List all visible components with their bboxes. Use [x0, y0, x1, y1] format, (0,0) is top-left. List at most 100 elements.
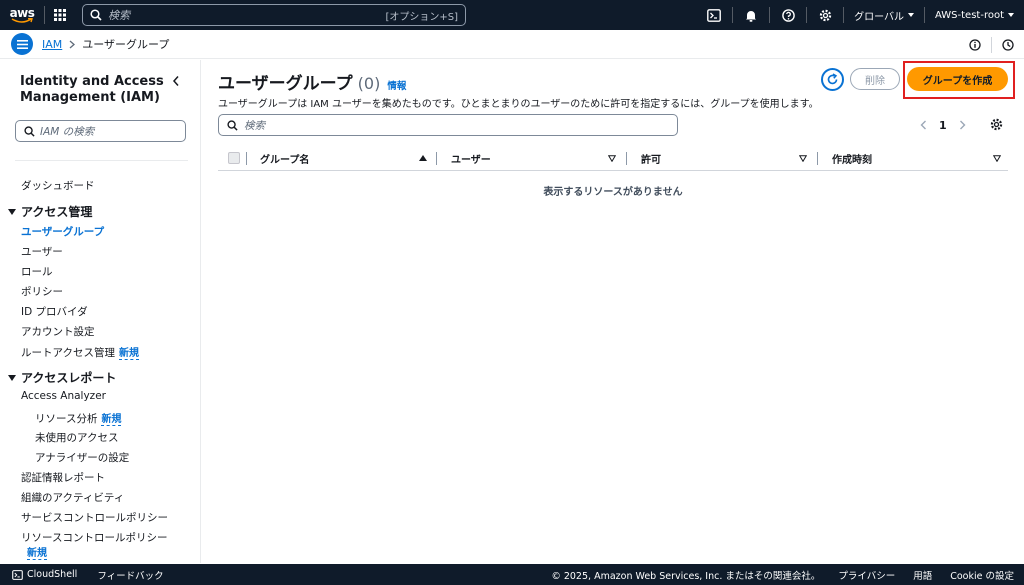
page-title: ユーザーグループ (0) 情報: [218, 69, 406, 94]
page-number[interactable]: 1: [939, 119, 947, 132]
sidebar-item-analyzer-settings[interactable]: アナライザーの設定: [35, 450, 129, 465]
sidebar-section-access-reports[interactable]: アクセスレポート: [8, 369, 116, 386]
sidebar-item-credential-report[interactable]: 認証情報レポート: [21, 470, 105, 485]
copyright-text: © 2025, Amazon Web Services, Inc. またはその関…: [551, 570, 821, 582]
chevron-right-icon: [69, 40, 76, 49]
global-search-input[interactable]: 検索 [オプション+S]: [82, 4, 466, 26]
sidebar: Identity and Access Management (IAM) IAM…: [0, 60, 201, 563]
feedback-link[interactable]: フィードバック: [97, 568, 163, 582]
group-count: (0): [357, 74, 381, 93]
table-search-input[interactable]: 検索: [218, 114, 678, 136]
info-link[interactable]: 情報: [387, 78, 406, 92]
breadcrumb-iam-link[interactable]: IAM: [42, 38, 62, 51]
sidebar-item-label: リソース分析: [35, 413, 98, 425]
column-group-name[interactable]: グループ名: [260, 146, 309, 171]
sidebar-title: Identity and Access Management (IAM): [20, 74, 164, 105]
column-permissions[interactable]: 許可: [641, 146, 661, 171]
gear-icon: [990, 118, 1003, 131]
delete-button[interactable]: 削除: [850, 68, 900, 90]
menu-toggle-button[interactable]: [11, 33, 33, 55]
cloudshell-label: CloudShell: [27, 569, 78, 580]
sidebar-item-scp[interactable]: サービスコントロールポリシー: [21, 510, 168, 525]
cookie-settings-link[interactable]: Cookie の設定: [950, 568, 1014, 582]
help-icon: [781, 8, 795, 22]
sort-icon[interactable]: [608, 155, 616, 162]
sidebar-item-roles[interactable]: ロール: [21, 264, 53, 279]
sidebar-section-label: アクセス管理: [21, 205, 93, 219]
sidebar-close-button[interactable]: [172, 75, 180, 87]
global-search-placeholder: 検索: [108, 9, 130, 22]
sidebar-item-identity-providers[interactable]: ID プロバイダ: [21, 304, 88, 319]
new-badge: 新規: [101, 414, 122, 426]
clock-icon: [1002, 38, 1014, 51]
notifications-button[interactable]: [733, 0, 769, 30]
table-search-placeholder: 検索: [244, 119, 265, 132]
sidebar-item-resource-analysis[interactable]: リソース分析 新規: [35, 410, 122, 426]
account-menu[interactable]: AWS-test-root: [925, 0, 1024, 30]
region-selector[interactable]: グローバル: [844, 0, 924, 30]
sidebar-item-policies[interactable]: ポリシー: [21, 284, 63, 299]
sidebar-search-input[interactable]: IAM の検索: [15, 120, 186, 142]
sidebar-item-unused-access[interactable]: 未使用のアクセス: [35, 430, 118, 445]
gear-icon: [819, 9, 831, 21]
region-label: グローバル: [854, 11, 904, 23]
sidebar-item-user-groups[interactable]: ユーザーグループ: [21, 224, 104, 239]
refresh-button[interactable]: [821, 68, 844, 91]
next-page-button[interactable]: [959, 120, 966, 130]
cloudshell-footer-button[interactable]: CloudShell: [12, 569, 77, 580]
history-button[interactable]: [992, 30, 1024, 59]
search-icon: [227, 119, 238, 131]
pagination: 1: [920, 114, 966, 136]
chevron-left-icon: [172, 76, 179, 86]
column-creation-time[interactable]: 作成時刻: [832, 146, 872, 171]
sidebar-item-org-activity[interactable]: 組織のアクティビティ: [21, 490, 124, 505]
settings-button[interactable]: [807, 0, 843, 30]
bell-icon: [746, 10, 757, 22]
terms-link[interactable]: 用語: [913, 568, 932, 582]
sidebar-divider: [15, 160, 188, 161]
caret-down-icon: [8, 374, 16, 381]
prev-page-button[interactable]: [920, 120, 927, 130]
privacy-link[interactable]: プライバシー: [838, 568, 895, 582]
sidebar-item-access-analyzer[interactable]: Access Analyzer: [21, 390, 106, 402]
page-description: ユーザーグループは IAM ユーザーを集めたものです。ひとまとまりのユーザーのた…: [218, 99, 819, 110]
hamburger-icon: [16, 39, 28, 49]
sidebar-item-root-access[interactable]: ルートアクセス管理 新規: [21, 344, 139, 360]
cloudshell-icon: [707, 8, 721, 22]
top-nav-right: グローバル AWS-test-root: [696, 0, 1024, 30]
info-panel-button[interactable]: [959, 30, 991, 59]
caret-down-icon: [908, 13, 914, 17]
info-icon: [969, 38, 981, 51]
sidebar-search-placeholder: IAM の検索: [40, 125, 95, 138]
grid-icon: [54, 9, 66, 21]
search-shortcut: [オプション+S]: [385, 11, 458, 23]
sidebar-item-users[interactable]: ユーザー: [21, 244, 63, 259]
help-button[interactable]: [770, 0, 806, 30]
sort-ascending-icon[interactable]: [419, 155, 427, 161]
footer: CloudShell フィードバック © 2025, Amazon Web Se…: [0, 564, 1024, 585]
apps-menu-button[interactable]: [45, 0, 75, 30]
cloudshell-icon: [12, 569, 23, 580]
column-users[interactable]: ユーザー: [451, 146, 491, 171]
sidebar-section-label: アクセスレポート: [21, 371, 117, 385]
sort-icon[interactable]: [993, 155, 1001, 162]
sidebar-item-account-settings[interactable]: アカウント設定: [21, 324, 95, 339]
sidebar-item-dashboard[interactable]: ダッシュボード: [21, 178, 95, 193]
new-badge: 新規: [118, 348, 139, 360]
chevron-left-icon: [920, 120, 926, 130]
sort-icon[interactable]: [799, 155, 807, 162]
sidebar-item-rcp[interactable]: リソースコントロールポリシー: [21, 530, 167, 545]
new-badge: 新規: [27, 548, 47, 560]
refresh-icon: [827, 73, 838, 85]
chevron-right-icon: [959, 120, 966, 130]
aws-logo[interactable]: aws: [0, 0, 44, 30]
breadcrumb-current: ユーザーグループ: [82, 38, 170, 51]
sidebar-section-access-management[interactable]: アクセス管理: [8, 203, 92, 220]
empty-table-message: 表示するリソースがありません: [543, 187, 683, 198]
search-icon: [24, 125, 35, 137]
table-preferences-button[interactable]: [990, 118, 1003, 131]
create-group-button[interactable]: グループを作成: [907, 67, 1008, 91]
cloudshell-button[interactable]: [696, 0, 732, 30]
sidebar-item-label: ルートアクセス管理: [21, 347, 115, 359]
select-all-checkbox[interactable]: [228, 152, 240, 164]
